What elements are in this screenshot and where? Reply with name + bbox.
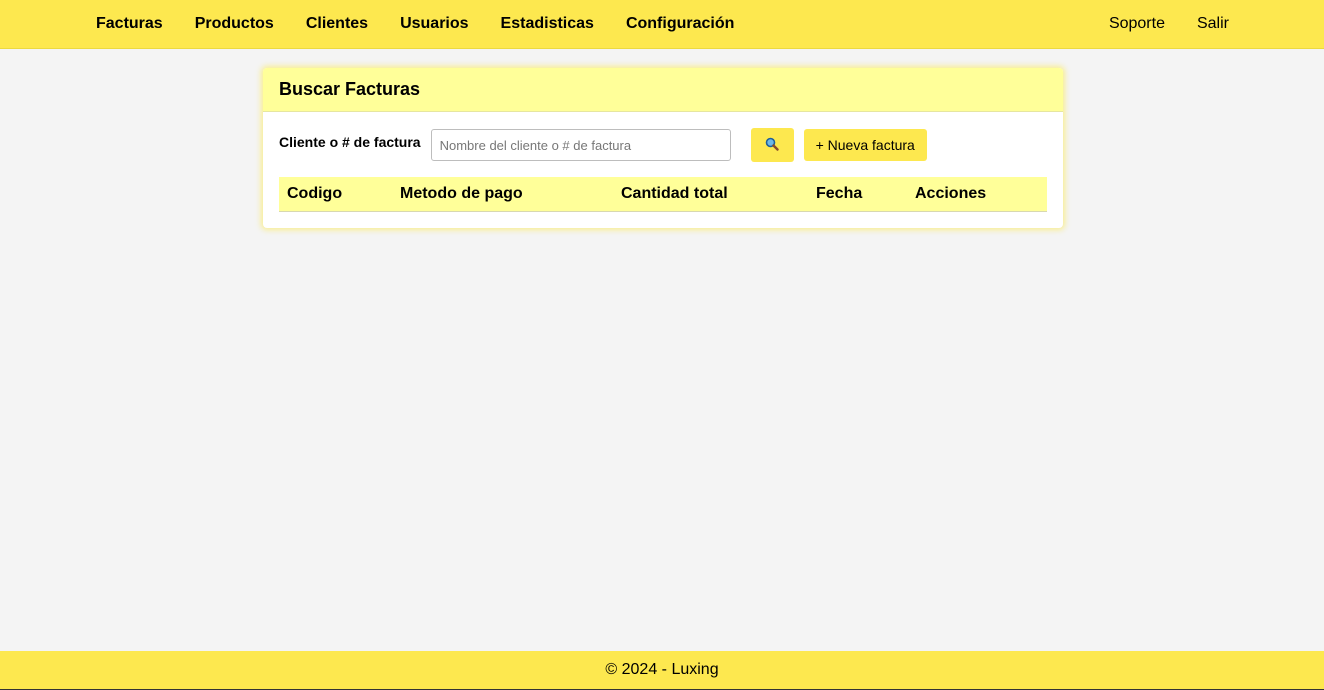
column-header-codigo: Codigo <box>279 177 392 212</box>
nav-configuracion[interactable]: Configuración <box>626 15 734 33</box>
nav-soporte[interactable]: Soporte <box>1109 15 1165 33</box>
column-header-cantidad-total: Cantidad total <box>613 177 808 212</box>
column-header-metodo-pago: Metodo de pago <box>392 177 613 212</box>
nav-user-links: Soporte Salir <box>1077 0 1229 48</box>
search-icon <box>765 137 779 154</box>
invoices-table: Codigo Metodo de pago Cantidad total Fec… <box>279 177 1047 212</box>
search-label: Cliente o # de factura <box>279 134 421 150</box>
nav-usuarios[interactable]: Usuarios <box>400 15 468 33</box>
column-header-acciones: Acciones <box>907 177 1047 212</box>
new-invoice-button[interactable]: + Nueva factura <box>803 129 927 161</box>
search-input[interactable] <box>430 129 731 161</box>
table-header-row: Codigo Metodo de pago Cantidad total Fec… <box>279 177 1047 212</box>
nav-estadisticas[interactable]: Estadisticas <box>501 15 594 33</box>
search-button[interactable] <box>750 128 794 162</box>
nav-productos[interactable]: Productos <box>195 15 274 33</box>
column-header-fecha: Fecha <box>808 177 907 212</box>
footer-copyright: © 2024 - Luxing <box>605 661 719 678</box>
nav-clientes[interactable]: Clientes <box>306 15 368 33</box>
top-navbar: Facturas Productos Clientes Usuarios Est… <box>0 0 1324 49</box>
nav-main-links: Facturas Productos Clientes Usuarios Est… <box>96 0 766 48</box>
card-title: Buscar Facturas <box>263 68 1063 112</box>
footer: © 2024 - Luxing <box>0 651 1324 690</box>
search-row: Cliente o # de factura + Nueva factura <box>279 128 927 162</box>
search-invoices-card: Buscar Facturas Cliente o # de factura +… <box>263 68 1063 228</box>
nav-salir[interactable]: Salir <box>1197 15 1229 33</box>
nav-facturas[interactable]: Facturas <box>96 15 163 33</box>
